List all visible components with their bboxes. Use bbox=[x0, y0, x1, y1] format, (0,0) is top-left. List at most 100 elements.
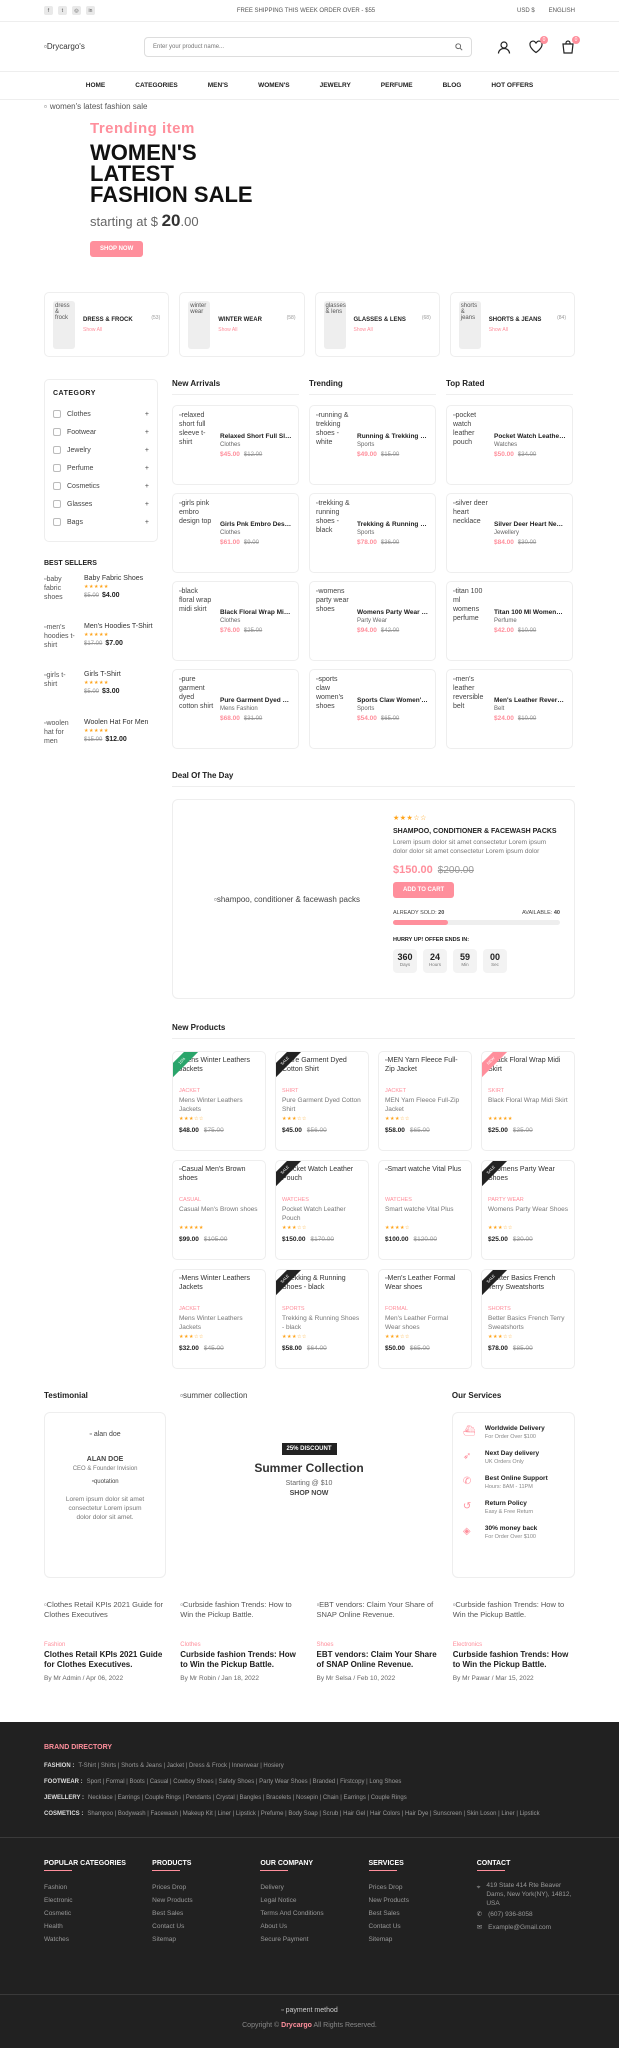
product-category[interactable]: JACKET bbox=[179, 1088, 259, 1094]
plus-icon[interactable]: + bbox=[145, 501, 149, 508]
product-name[interactable]: Smart watche Vital Plus bbox=[385, 1206, 465, 1223]
best-seller-item[interactable]: ▫baby fabric shoes Baby Fabric Shoes ★★★★★… bbox=[44, 575, 158, 609]
blog-title[interactable]: Clothes Retail KPIs 2021 Guide for Cloth… bbox=[44, 1650, 166, 1670]
product-card-mini[interactable]: ▫silver deer heart necklace Silver Deer H… bbox=[446, 493, 573, 573]
blog-title[interactable]: Curbside fashion Trends: How to Win the … bbox=[180, 1650, 302, 1670]
logo[interactable]: ▫Drycargo's bbox=[44, 42, 119, 51]
product-category[interactable]: JACKET bbox=[385, 1088, 465, 1094]
product-category[interactable]: FORMAL bbox=[385, 1306, 465, 1312]
language-select[interactable]: ENGLISH bbox=[549, 8, 575, 14]
product-name[interactable]: Black Floral Wrap Midi Skirt bbox=[220, 609, 292, 616]
product-card[interactable]: ▫Smart watche Vital Plus WATCHES Smart wat… bbox=[378, 1160, 472, 1260]
search-icon[interactable] bbox=[455, 42, 463, 51]
product-category[interactable]: PARTY WEAR bbox=[488, 1197, 568, 1203]
show-all-link[interactable]: Show All bbox=[354, 327, 414, 333]
product-card-mini[interactable]: ▫womens party wear shoes Womens Party Wea… bbox=[309, 581, 436, 661]
product-name[interactable]: Mens Winter Leathers Jackets bbox=[179, 1315, 259, 1332]
product-name[interactable]: Baby Fabric Shoes bbox=[84, 575, 143, 582]
product-card-mini[interactable]: ▫girls pink embro design top Girls Pnk Em… bbox=[172, 493, 299, 573]
product-name[interactable]: Running & Trekking Shoes - White bbox=[357, 433, 429, 440]
product-name[interactable]: Titan 100 Ml Womens Perfume bbox=[494, 609, 566, 616]
product-name[interactable]: Sports Claw Women's Shoes bbox=[357, 697, 429, 704]
category-card[interactable]: dress & frock DRESS & FROCK Show All (53) bbox=[44, 292, 170, 357]
contact-email[interactable]: ✉ Example@Gmail.com bbox=[477, 1921, 575, 1934]
product-name[interactable]: Pocket Watch Leather Pouch bbox=[282, 1206, 362, 1223]
product-name[interactable]: Relaxed Short Full Sleeve T-Shirt bbox=[220, 433, 292, 440]
product-name[interactable]: Trekking & Running Shoes - black bbox=[357, 521, 429, 528]
shop-now-button[interactable]: SHOP NOW bbox=[90, 241, 144, 257]
product-name[interactable]: Men's Hoodies T-Shirt bbox=[84, 623, 153, 630]
deal-product-name[interactable]: SHAMPOO, CONDITIONER & FACEWASH PACKS bbox=[393, 828, 560, 835]
sidebar-item-clothes[interactable]: Clothes + bbox=[53, 405, 149, 423]
product-category[interactable]: SKIRT bbox=[488, 1088, 568, 1094]
product-card-mini[interactable]: ▫sports claw women's shoes Sports Claw Wo… bbox=[309, 669, 436, 749]
blog-category[interactable]: Shoes bbox=[317, 1642, 439, 1648]
category-card[interactable]: glasses & lens GLASSES & LENS Show All (6… bbox=[314, 292, 440, 357]
best-seller-item[interactable]: ▫girls t-shirt Girls T-Shirt ★★★★★ $5.00 $3.… bbox=[44, 671, 158, 705]
blog-card[interactable]: ▫EBT vendors: Claim Your Share of SNAP O… bbox=[317, 1600, 439, 1682]
product-name[interactable]: Casual Men's Brown shoes bbox=[179, 1206, 259, 1223]
product-card[interactable]: 15%▫Mens Winter Leathers JacketsJACKETMe… bbox=[172, 1051, 266, 1151]
product-category[interactable]: CASUAL bbox=[179, 1197, 259, 1203]
product-card-mini[interactable]: ▫relaxed short full sleeve t-shirt Relaxe… bbox=[172, 405, 299, 485]
product-category[interactable]: SHORTS bbox=[488, 1306, 568, 1312]
category-card[interactable]: shorts & jeans SHORTS & JEANS Show All (8… bbox=[449, 292, 575, 357]
show-all-link[interactable]: Show All bbox=[83, 327, 143, 333]
product-name[interactable]: Girls T-Shirt bbox=[84, 671, 121, 678]
product-category[interactable]: SHIRT bbox=[282, 1088, 362, 1094]
sidebar-item-footwear[interactable]: Footwear + bbox=[53, 423, 149, 441]
plus-icon[interactable]: + bbox=[145, 519, 149, 526]
best-seller-item[interactable]: ▫men's hoodies t-shirt Men's Hoodies T-Sh… bbox=[44, 623, 158, 657]
sidebar-item-cosmetics[interactable]: Cosmetics + bbox=[53, 477, 149, 495]
show-all-link[interactable]: Show All bbox=[218, 327, 278, 333]
product-name[interactable]: Pocket Watch Leather Pouch bbox=[494, 433, 566, 440]
nav-jewelry[interactable]: JEWELRY bbox=[320, 82, 351, 89]
show-all-link[interactable]: Show All bbox=[489, 327, 549, 333]
blog-card[interactable]: ▫Curbside fashion Trends: How to Win the… bbox=[180, 1600, 302, 1682]
product-card[interactable]: SALE▫Trekking & Running Shoes - blackSPO… bbox=[275, 1269, 369, 1369]
product-card-mini[interactable]: ▫pocket watch leather pouch Pocket Watch … bbox=[446, 405, 573, 485]
contact-phone[interactable]: ✆ (607) 936-8058 bbox=[477, 1908, 575, 1921]
plus-icon[interactable]: + bbox=[145, 465, 149, 472]
product-card[interactable]: ▫Casual Men's Brown shoes CASUAL Casual Me… bbox=[172, 1160, 266, 1260]
plus-icon[interactable]: + bbox=[145, 429, 149, 436]
product-card[interactable]: ▫MEN Yarn Fleece Full-Zip Jacket JACKET ME… bbox=[378, 1051, 472, 1151]
blog-card[interactable]: ▫Curbside fashion Trends: How to Win the… bbox=[453, 1600, 575, 1682]
product-card-mini[interactable]: ▫running & trekking shoes - white Running… bbox=[309, 405, 436, 485]
blog-title[interactable]: EBT vendors: Claim Your Share of SNAP On… bbox=[317, 1650, 439, 1670]
product-name[interactable]: MEN Yarn Fleece Full-Zip Jacket bbox=[385, 1097, 465, 1114]
product-name[interactable]: Girls Pnk Embro Design Top bbox=[220, 521, 292, 528]
sidebar-item-glasses[interactable]: Glasses + bbox=[53, 495, 149, 513]
blog-category[interactable]: Fashion bbox=[44, 1642, 166, 1648]
product-name[interactable]: Better Basics French Terry Sweatshorts bbox=[488, 1315, 568, 1332]
product-card-mini[interactable]: ▫trekking & running shoes - black Trekkin… bbox=[309, 493, 436, 573]
blog-category[interactable]: Electronics bbox=[453, 1642, 575, 1648]
product-category[interactable]: SPORTS bbox=[282, 1306, 362, 1312]
product-category[interactable]: WATCHES bbox=[282, 1197, 362, 1203]
facebook-icon[interactable]: f bbox=[44, 6, 53, 15]
cta-banner[interactable]: ▫summer collection 25% DISCOUNT Summer C… bbox=[180, 1391, 438, 1557]
blog-title[interactable]: Curbside fashion Trends: How to Win the … bbox=[453, 1650, 575, 1670]
sidebar-item-jewelry[interactable]: Jewelry + bbox=[53, 441, 149, 459]
product-card[interactable]: SALE▫Womens Party Wear ShoesPARTY WEARWo… bbox=[481, 1160, 575, 1260]
cta-shop-now-link[interactable]: SHOP NOW bbox=[180, 1490, 438, 1497]
blog-card[interactable]: ▫Clothes Retail KPIs 2021 Guide for Clot… bbox=[44, 1600, 166, 1682]
product-name[interactable]: Womens Party Wear Shoes bbox=[357, 609, 429, 616]
product-card[interactable]: ▫Men's Leather Formal Wear shoes FORMAL Me… bbox=[378, 1269, 472, 1369]
blog-category[interactable]: Clothes bbox=[180, 1642, 302, 1648]
cart-icon[interactable]: 0 bbox=[561, 35, 580, 54]
product-name[interactable]: Pure Garment Dyed Cotton Shirt bbox=[220, 697, 292, 704]
twitter-icon[interactable]: t bbox=[58, 6, 67, 15]
product-name[interactable]: Men's Leather Formal Wear shoes bbox=[385, 1315, 465, 1332]
product-card[interactable]: ▫Mens Winter Leathers Jackets JACKET Mens … bbox=[172, 1269, 266, 1369]
plus-icon[interactable]: + bbox=[145, 483, 149, 490]
plus-icon[interactable]: + bbox=[145, 447, 149, 454]
plus-icon[interactable]: + bbox=[145, 411, 149, 418]
product-name[interactable]: Men's Leather Reversible Belt bbox=[494, 697, 566, 704]
best-seller-item[interactable]: ▫woolen hat for men Woolen Hat For Men ★★★… bbox=[44, 719, 158, 753]
nav-hot-offers[interactable]: HOT OFFERS bbox=[491, 82, 533, 89]
product-name[interactable]: Pure Garment Dyed Cotton Shirt bbox=[282, 1097, 362, 1114]
sidebar-item-bags[interactable]: Bags + bbox=[53, 513, 149, 531]
product-card-mini[interactable]: ▫titan 100 ml womens perfume Titan 100 Ml… bbox=[446, 581, 573, 661]
nav-blog[interactable]: BLOG bbox=[443, 82, 462, 89]
